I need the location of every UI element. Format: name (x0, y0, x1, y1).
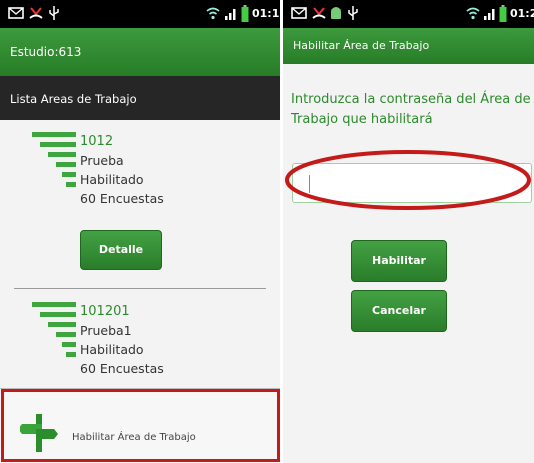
workarea-name: Prueba1 (80, 323, 132, 338)
android-icon (330, 5, 342, 25)
workarea-status: Habilitado (80, 172, 144, 187)
workarea-number: 101201 (80, 304, 130, 319)
app-title-bar: Estudio:613 (0, 28, 280, 76)
usb-icon (347, 5, 359, 25)
list-header-label: Lista Areas de Trabajo (10, 92, 137, 106)
detail-button[interactable]: Detalle (80, 230, 162, 270)
status-bar: 01:23 (283, 0, 534, 28)
phone-screen-enable: 01:23 Habilitar Área de Trabajo Introduz… (283, 0, 534, 463)
workarea-stack-icon (32, 132, 82, 192)
battery-icon (241, 5, 249, 26)
workarea-status: Habilitado (80, 342, 144, 357)
workarea-stack-icon (32, 302, 82, 362)
page-title: Habilitar Área de Trabajo (293, 39, 430, 52)
wifi-icon (465, 5, 481, 25)
workarea-surveys: 60 Encuestas (80, 361, 164, 376)
mail-icon (8, 5, 24, 24)
missed-call-icon (28, 5, 44, 25)
list-item[interactable]: 101201 Prueba1 Habilitado 60 Encuestas (0, 290, 280, 390)
signal-icon (483, 5, 497, 25)
workarea-surveys: 60 Encuestas (80, 191, 164, 206)
highlight-box (1, 389, 280, 462)
page-title: Estudio:613 (10, 45, 82, 59)
password-instruction: Introduzca la contraseña del Área de Tra… (291, 92, 531, 127)
wifi-icon (205, 5, 221, 25)
list-header: Lista Areas de Trabajo (0, 76, 280, 120)
battery-icon (499, 5, 507, 26)
app-title-bar: Habilitar Área de Trabajo (283, 28, 534, 64)
cancel-button[interactable]: Cancelar (351, 290, 447, 332)
workarea-number: 1012 (80, 134, 114, 149)
usb-icon (48, 5, 60, 25)
status-time: 01:23 (510, 7, 534, 20)
signal-icon (224, 5, 238, 25)
missed-call-icon (311, 5, 327, 25)
highlight-ellipse (285, 150, 531, 210)
phone-screen-area-list: 01:19 Estudio:613 Lista Areas de Trabajo… (0, 0, 280, 463)
workarea-name: Prueba (80, 153, 124, 168)
list-item[interactable]: 1012 Prueba Habilitado 60 Encuestas Deta… (0, 120, 280, 288)
enable-button[interactable]: Habilitar (351, 240, 447, 282)
divider (14, 288, 266, 289)
mail-icon (291, 5, 307, 24)
status-time: 01:19 (252, 7, 280, 20)
status-bar: 01:19 (0, 0, 280, 28)
